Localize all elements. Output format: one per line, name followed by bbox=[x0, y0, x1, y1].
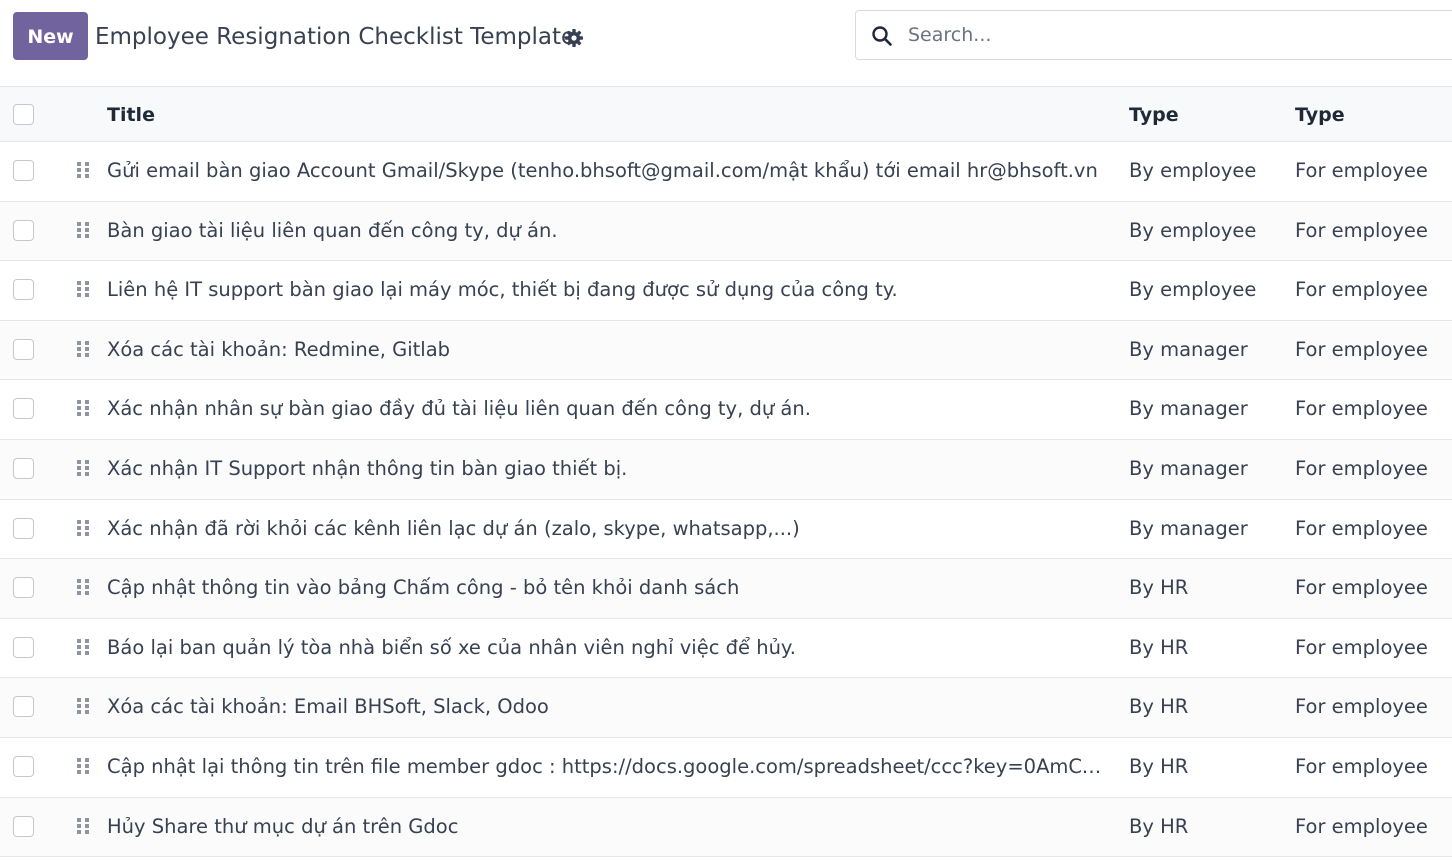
drag-handle-icon[interactable] bbox=[75, 638, 91, 660]
drag-handle-icon[interactable] bbox=[75, 399, 91, 421]
drag-handle-icon[interactable] bbox=[75, 340, 91, 362]
page-title: Employee Resignation Checklist Template bbox=[95, 24, 576, 50]
cell-title: Cập nhật lại thông tin trên file member … bbox=[107, 754, 1107, 778]
new-button[interactable]: New bbox=[13, 12, 88, 60]
cell-type: By manager bbox=[1129, 397, 1248, 421]
search-box bbox=[855, 10, 1452, 60]
column-header-type[interactable]: Type bbox=[1129, 87, 1179, 143]
row-checkbox[interactable] bbox=[13, 636, 34, 658]
select-all-checkbox[interactable] bbox=[13, 104, 34, 125]
cell-type: By employee bbox=[1129, 218, 1257, 242]
cell-type: By HR bbox=[1129, 814, 1189, 838]
cell-title: Bàn giao tài liệu liên quan đến công ty,… bbox=[107, 218, 558, 242]
cell-type-2: For employee bbox=[1295, 576, 1428, 600]
cell-type: By manager bbox=[1129, 516, 1248, 540]
cell-type: By HR bbox=[1129, 635, 1189, 659]
row-checkbox[interactable] bbox=[13, 755, 34, 777]
cell-type: By manager bbox=[1129, 337, 1248, 361]
row-checkbox[interactable] bbox=[13, 517, 34, 539]
row-checkbox[interactable] bbox=[13, 279, 34, 301]
cell-type-2: For employee bbox=[1295, 754, 1428, 778]
drag-handle-icon[interactable] bbox=[75, 459, 91, 481]
cell-title: Gửi email bàn giao Account Gmail/Skype (… bbox=[107, 159, 1098, 182]
table-row[interactable]: Xác nhận đã rời khỏi các kênh liên lạc d… bbox=[0, 499, 1452, 560]
table-row[interactable]: Bàn giao tài liệu liên quan đến công ty,… bbox=[0, 201, 1452, 262]
cell-type-2: For employee bbox=[1295, 218, 1428, 242]
table-header: Title Type Type bbox=[0, 86, 1452, 142]
cell-type: By employee bbox=[1129, 159, 1257, 182]
cell-title: Xác nhận IT Support nhận thông tin bàn g… bbox=[107, 456, 628, 480]
row-checkbox[interactable] bbox=[13, 815, 34, 837]
cell-type-2: For employee bbox=[1295, 159, 1428, 182]
column-header-title[interactable]: Title bbox=[107, 87, 155, 143]
control-panel: New Employee Resignation Checklist Templ… bbox=[0, 0, 1452, 86]
table-row[interactable]: Liên hệ IT support bàn giao lại máy móc,… bbox=[0, 261, 1452, 321]
cell-type-2: For employee bbox=[1295, 337, 1428, 361]
table-row[interactable]: Xóa các tài khoản: Email BHSoft, Slack, … bbox=[0, 678, 1452, 738]
table-row[interactable]: Cập nhật thông tin vào bảng Chấm công - … bbox=[0, 559, 1452, 619]
cell-title: Hủy Share thư mục dự án trên Gdoc bbox=[107, 814, 459, 838]
gear-icon[interactable] bbox=[564, 28, 584, 48]
row-checkbox[interactable] bbox=[13, 577, 34, 599]
table-row[interactable]: Báo lại ban quản lý tòa nhà biển số xe c… bbox=[0, 618, 1452, 679]
cell-type-2: For employee bbox=[1295, 814, 1428, 838]
table-row[interactable]: Xóa các tài khoản: Redmine, Gitlab By man… bbox=[0, 320, 1452, 381]
cell-title: Báo lại ban quản lý tòa nhà biển số xe c… bbox=[107, 635, 796, 659]
drag-handle-icon[interactable] bbox=[75, 519, 91, 541]
drag-handle-icon[interactable] bbox=[75, 757, 91, 779]
cell-type: By HR bbox=[1129, 695, 1189, 719]
cell-type: By employee bbox=[1129, 278, 1257, 302]
cell-type: By manager bbox=[1129, 456, 1248, 480]
cell-type-2: For employee bbox=[1295, 278, 1428, 302]
cell-type-2: For employee bbox=[1295, 635, 1428, 659]
row-checkbox[interactable] bbox=[13, 696, 34, 718]
cell-title: Xóa các tài khoản: Email BHSoft, Slack, … bbox=[107, 695, 549, 719]
drag-handle-icon[interactable] bbox=[75, 578, 91, 600]
cell-type-2: For employee bbox=[1295, 397, 1428, 421]
cell-title: Cập nhật thông tin vào bảng Chấm công - … bbox=[107, 576, 740, 600]
search-icon bbox=[871, 25, 893, 47]
table-row[interactable]: Hủy Share thư mục dự án trên Gdoc By HR Fo… bbox=[0, 797, 1452, 858]
list-table: Title Type Type Gửi email bàn giao Accou… bbox=[0, 86, 1452, 858]
cell-type: By HR bbox=[1129, 754, 1189, 778]
drag-handle-icon[interactable] bbox=[75, 221, 91, 243]
drag-handle-icon[interactable] bbox=[75, 817, 91, 839]
cell-type-2: For employee bbox=[1295, 516, 1428, 540]
row-checkbox[interactable] bbox=[13, 219, 34, 241]
drag-handle-icon[interactable] bbox=[75, 697, 91, 719]
cell-title: Xác nhận đã rời khỏi các kênh liên lạc d… bbox=[107, 516, 800, 540]
table-row[interactable]: Xác nhận nhân sự bàn giao đầy đủ tài liệ… bbox=[0, 380, 1452, 440]
cell-type: By HR bbox=[1129, 576, 1189, 600]
column-header-type-2[interactable]: Type bbox=[1295, 87, 1345, 143]
cell-title: Liên hệ IT support bàn giao lại máy móc,… bbox=[107, 278, 898, 302]
row-checkbox[interactable] bbox=[13, 457, 34, 479]
cell-title: Xóa các tài khoản: Redmine, Gitlab bbox=[107, 337, 451, 361]
table-row[interactable]: Gửi email bàn giao Account Gmail/Skype (… bbox=[0, 142, 1452, 202]
cell-type-2: For employee bbox=[1295, 695, 1428, 719]
search-input[interactable] bbox=[908, 19, 1428, 51]
row-checkbox[interactable] bbox=[13, 160, 34, 181]
table-row[interactable]: Xác nhận IT Support nhận thông tin bàn g… bbox=[0, 439, 1452, 500]
row-checkbox[interactable] bbox=[13, 338, 34, 360]
table-body: Gửi email bàn giao Account Gmail/Skype (… bbox=[0, 142, 1452, 858]
drag-handle-icon[interactable] bbox=[75, 280, 91, 302]
cell-type-2: For employee bbox=[1295, 456, 1428, 480]
drag-handle-icon[interactable] bbox=[75, 161, 91, 183]
row-checkbox[interactable] bbox=[13, 398, 34, 420]
table-row[interactable]: Cập nhật lại thông tin trên file member … bbox=[0, 737, 1452, 798]
cell-title: Xác nhận nhân sự bàn giao đầy đủ tài liệ… bbox=[107, 397, 811, 421]
